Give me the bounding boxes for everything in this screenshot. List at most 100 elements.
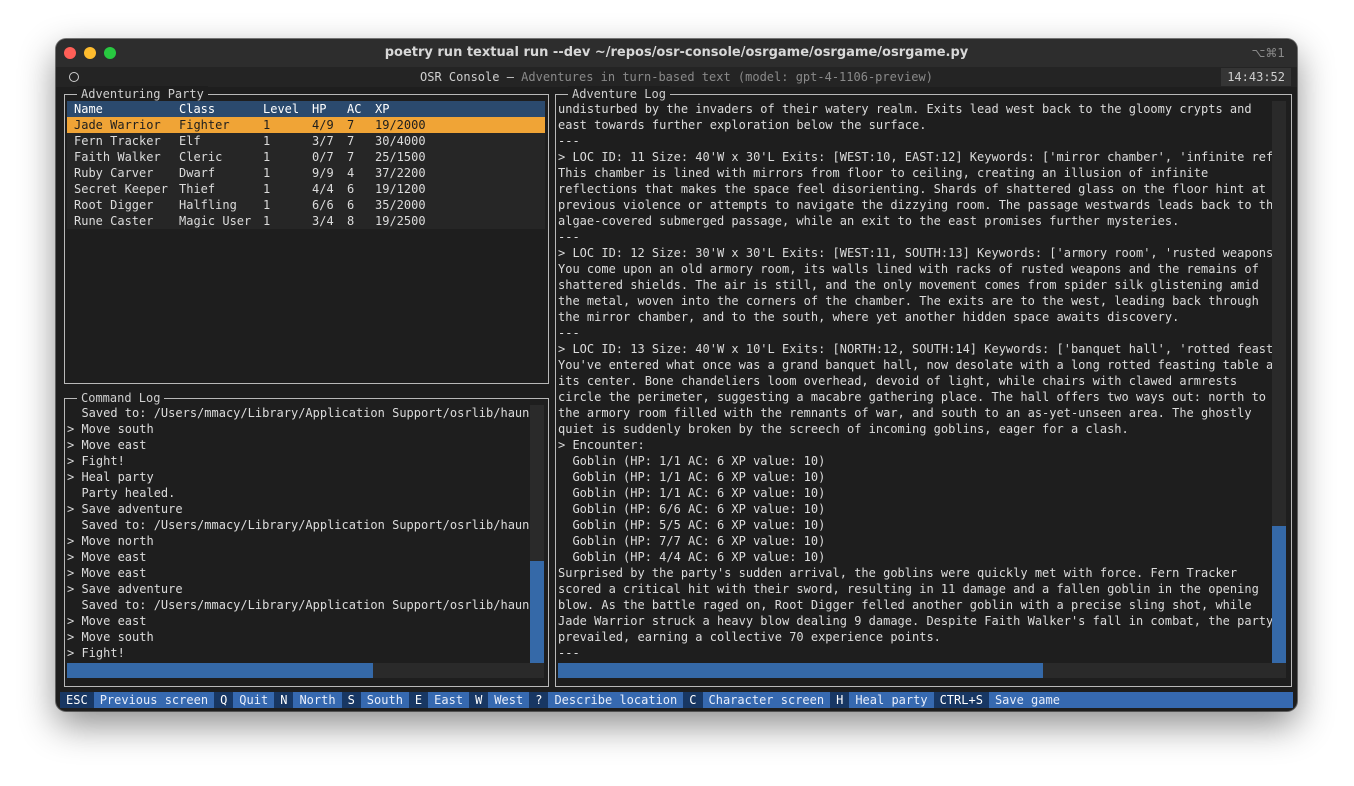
zoom-window-icon[interactable] xyxy=(104,47,116,59)
footer-key[interactable]: E xyxy=(408,692,429,708)
adventure-log-line: You've entered what once was a grand ban… xyxy=(558,358,1272,372)
adventure-log-line: > LOC ID: 11 Size: 40'W x 30'L Exits: [W… xyxy=(558,150,1272,164)
command-log-horizontal-scroll-thumb[interactable] xyxy=(67,663,373,678)
party-cell-level: 1 xyxy=(263,134,271,148)
party-cell-class: Dwarf xyxy=(179,166,216,180)
footer-action-label[interactable]: North xyxy=(293,692,341,708)
command-log-line: > Move south xyxy=(67,630,154,644)
adventure-log-line: Goblin (HP: 7/7 AC: 6 XP value: 10) xyxy=(558,534,826,548)
footer-key[interactable]: CTRL+S xyxy=(933,692,989,708)
column-header-level[interactable]: Level xyxy=(256,101,305,117)
party-row[interactable]: Fern Tracker Elf 1 3/7 7 30/4000 xyxy=(67,133,545,149)
footer-key[interactable]: Q xyxy=(214,692,234,708)
party-cell-hp: 4/9 xyxy=(305,117,340,133)
party-cell-ac: 7 xyxy=(347,134,355,148)
footer-action-label[interactable]: South xyxy=(361,692,409,708)
party-cell-name: Root Digger xyxy=(74,198,154,212)
command-log-line: > Fight! xyxy=(67,646,125,660)
command-log-line: > Save adventure xyxy=(67,582,183,596)
adventure-log-horizontal-scrollbar[interactable] xyxy=(558,663,1286,678)
command-log-vertical-scroll-thumb[interactable] xyxy=(530,561,544,663)
party-cell-ac: 7 xyxy=(340,117,368,133)
adventure-log-line: You come upon an old armory room, its wa… xyxy=(558,262,1259,276)
app-header: OSR Console — Adventures in turn-based t… xyxy=(56,67,1297,87)
footer-action-label[interactable]: Character screen xyxy=(703,692,831,708)
command-log-line: > Fight! xyxy=(67,454,125,468)
footer-key[interactable]: ? xyxy=(529,692,549,708)
party-row[interactable]: Rune Caster Magic User 1 3/4 8 19/2500 xyxy=(67,213,545,229)
minimize-window-icon[interactable] xyxy=(84,47,96,59)
adventure-log-line: reflections that makes the space feel di… xyxy=(558,182,1267,196)
title-separator: — xyxy=(499,70,522,84)
party-cell-level: 1 xyxy=(263,166,271,180)
footer-action-label[interactable]: West xyxy=(488,692,529,708)
column-header-name[interactable]: Name xyxy=(67,101,172,117)
footer-action-label[interactable]: Previous screen xyxy=(94,692,214,708)
adventure-log-content: undisturbed by the invaders of their wat… xyxy=(558,101,1272,663)
adventure-log-line: Goblin (HP: 5/5 AC: 6 XP value: 10) xyxy=(558,518,826,532)
adventure-log-line: This chamber is lined with mirrors from … xyxy=(558,166,1209,180)
party-cell-ac: 6 xyxy=(347,182,355,196)
footer-key[interactable]: W xyxy=(469,692,489,708)
party-cell-level: 1 xyxy=(263,182,271,196)
adventure-log-vertical-scroll-thumb[interactable] xyxy=(1272,526,1286,663)
party-cell-hp: 4/4 xyxy=(312,182,334,196)
party-cell-hp: 3/7 xyxy=(312,134,334,148)
party-cell-ac: 6 xyxy=(347,198,355,212)
command-log-line: Party healed. xyxy=(67,486,176,500)
adventure-log-line: --- xyxy=(558,230,580,244)
footer-action-label[interactable]: Save game xyxy=(989,692,1066,708)
adventure-log-line: scored a critical hit with their sword, … xyxy=(558,582,1259,596)
party-row[interactable]: Jade Warrior Fighter 1 4/9 7 19/2000 xyxy=(67,117,545,133)
footer-key[interactable]: S xyxy=(341,692,361,708)
party-cell-xp: 19/2500 xyxy=(375,214,426,228)
party-cell-class: Halfling xyxy=(179,198,237,212)
column-header-hp[interactable]: HP xyxy=(305,101,340,117)
party-row[interactable]: Ruby Carver Dwarf 1 9/9 4 37/2200 xyxy=(67,165,545,181)
party-cell-hp: 3/4 xyxy=(312,214,334,228)
adventure-log-line: blow. As the battle raged on, Root Digge… xyxy=(558,598,1252,612)
adventure-log-line: Goblin (HP: 1/1 AC: 6 XP value: 10) xyxy=(558,486,826,500)
party-cell-class: Thief xyxy=(179,182,216,196)
command-log-line: Saved to: /Users/mmacy/Library/Applicati… xyxy=(67,598,530,612)
party-row[interactable]: Root Digger Halfling 1 6/6 6 35/2000 xyxy=(67,197,545,213)
adventure-log-line: algae-covered submerged passage, while a… xyxy=(558,214,1180,228)
adventure-log-vertical-scrollbar[interactable] xyxy=(1272,101,1286,663)
adventure-log-line: prevailed, earning a collective 70 exper… xyxy=(558,630,941,644)
command-log-line: Saved to: /Users/mmacy/Library/Applicati… xyxy=(67,518,530,532)
close-window-icon[interactable] xyxy=(64,47,76,59)
party-cell-xp: 37/2200 xyxy=(375,166,426,180)
adventure-log-line: the metal, woven into the corners of the… xyxy=(558,294,1259,308)
party-cell-hp: 9/9 xyxy=(312,166,334,180)
column-header-ac[interactable]: AC xyxy=(340,101,368,117)
party-cell-xp: 30/4000 xyxy=(375,134,426,148)
party-cell-class: Elf xyxy=(179,134,201,148)
footer-action-label[interactable]: East xyxy=(428,692,469,708)
terminal-window: poetry run textual run --dev ~/repos/osr… xyxy=(56,39,1297,711)
adventure-log-panel: Adventure Log undisturbed by the invader… xyxy=(555,86,1292,687)
command-log-line: > Heal party xyxy=(67,470,154,484)
footer-key[interactable]: N xyxy=(274,692,294,708)
party-row[interactable]: Secret Keeper Thief 1 4/4 6 19/1200 xyxy=(67,181,545,197)
footer-action-label[interactable]: Describe location xyxy=(548,692,683,708)
window-titlebar: poetry run textual run --dev ~/repos/osr… xyxy=(56,39,1297,67)
command-log-line: > Move east xyxy=(67,566,147,580)
party-cell-class: Fighter xyxy=(172,117,256,133)
party-table[interactable]: Name Class Level HP AC XP Jade Warrior Fi… xyxy=(67,101,545,229)
footer-key[interactable]: C xyxy=(683,692,703,708)
command-log-horizontal-scrollbar[interactable] xyxy=(67,663,544,678)
adventure-log-line: its center. Bone chandeliers loom overhe… xyxy=(558,374,1238,388)
adventure-log-lines: undisturbed by the invaders of their wat… xyxy=(558,101,1272,661)
footer-action-label[interactable]: Heal party xyxy=(849,692,933,708)
column-header-xp[interactable]: XP xyxy=(368,101,545,117)
adventure-log-horizontal-scroll-thumb[interactable] xyxy=(558,663,1043,678)
command-log-line: > Move east xyxy=(67,550,147,564)
column-header-class[interactable]: Class xyxy=(172,101,256,117)
footer-key[interactable]: ESC xyxy=(60,692,94,708)
command-log-vertical-scrollbar[interactable] xyxy=(530,405,544,663)
adventure-log-line: Jade Warrior struck a heavy blow dealing… xyxy=(558,614,1272,628)
party-row[interactable]: Faith Walker Cleric 1 0/7 7 25/1500 xyxy=(67,149,545,165)
adventure-log-line: Surprised by the party's sudden arrival,… xyxy=(558,566,1238,580)
footer-key[interactable]: H xyxy=(830,692,850,708)
footer-action-label[interactable]: Quit xyxy=(233,692,274,708)
